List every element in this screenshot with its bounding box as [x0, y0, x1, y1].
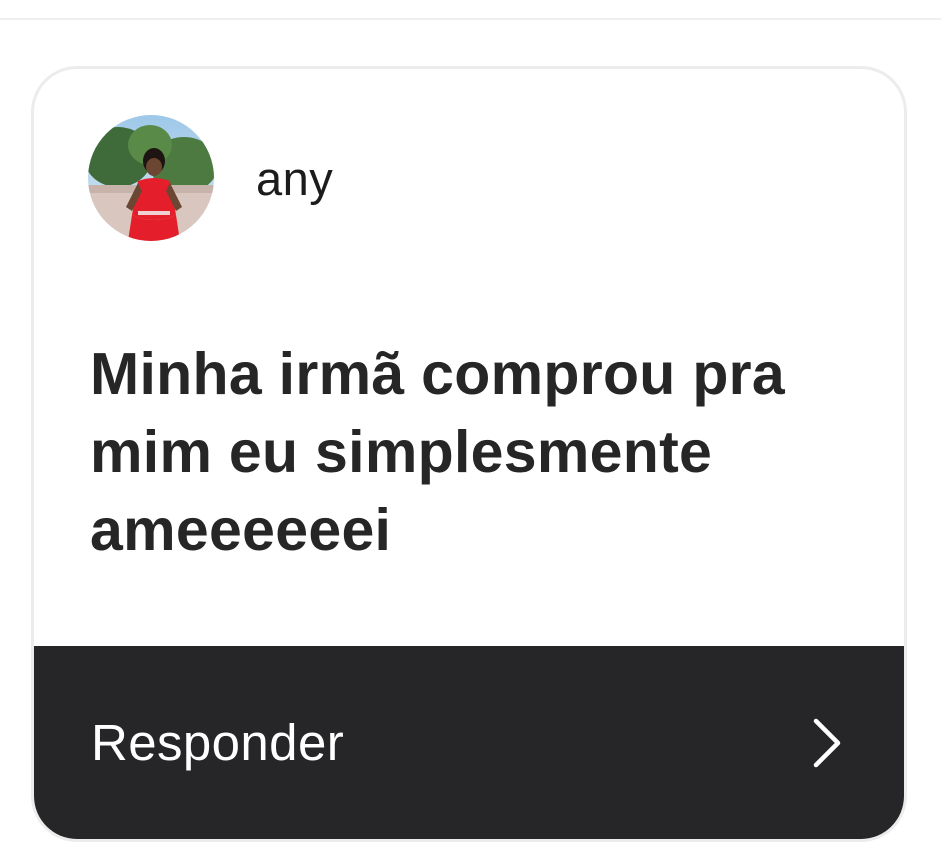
top-divider	[0, 18, 941, 20]
reply-label: Responder	[91, 714, 345, 771]
avatar[interactable]	[88, 115, 214, 241]
response-message: Minha irmã comprou pra mim eu simplesmen…	[90, 341, 786, 563]
reply-button[interactable]: Responder	[34, 646, 904, 839]
question-response-card: any Minha irmã comprou pra mim eu simple…	[31, 66, 907, 842]
avatar-image	[88, 115, 214, 241]
chevron-right-icon	[810, 717, 844, 769]
username[interactable]: any	[256, 151, 333, 206]
story-reply-screen: any Minha irmã comprou pra mim eu simple…	[0, 0, 941, 868]
card-header: any	[88, 113, 333, 243]
